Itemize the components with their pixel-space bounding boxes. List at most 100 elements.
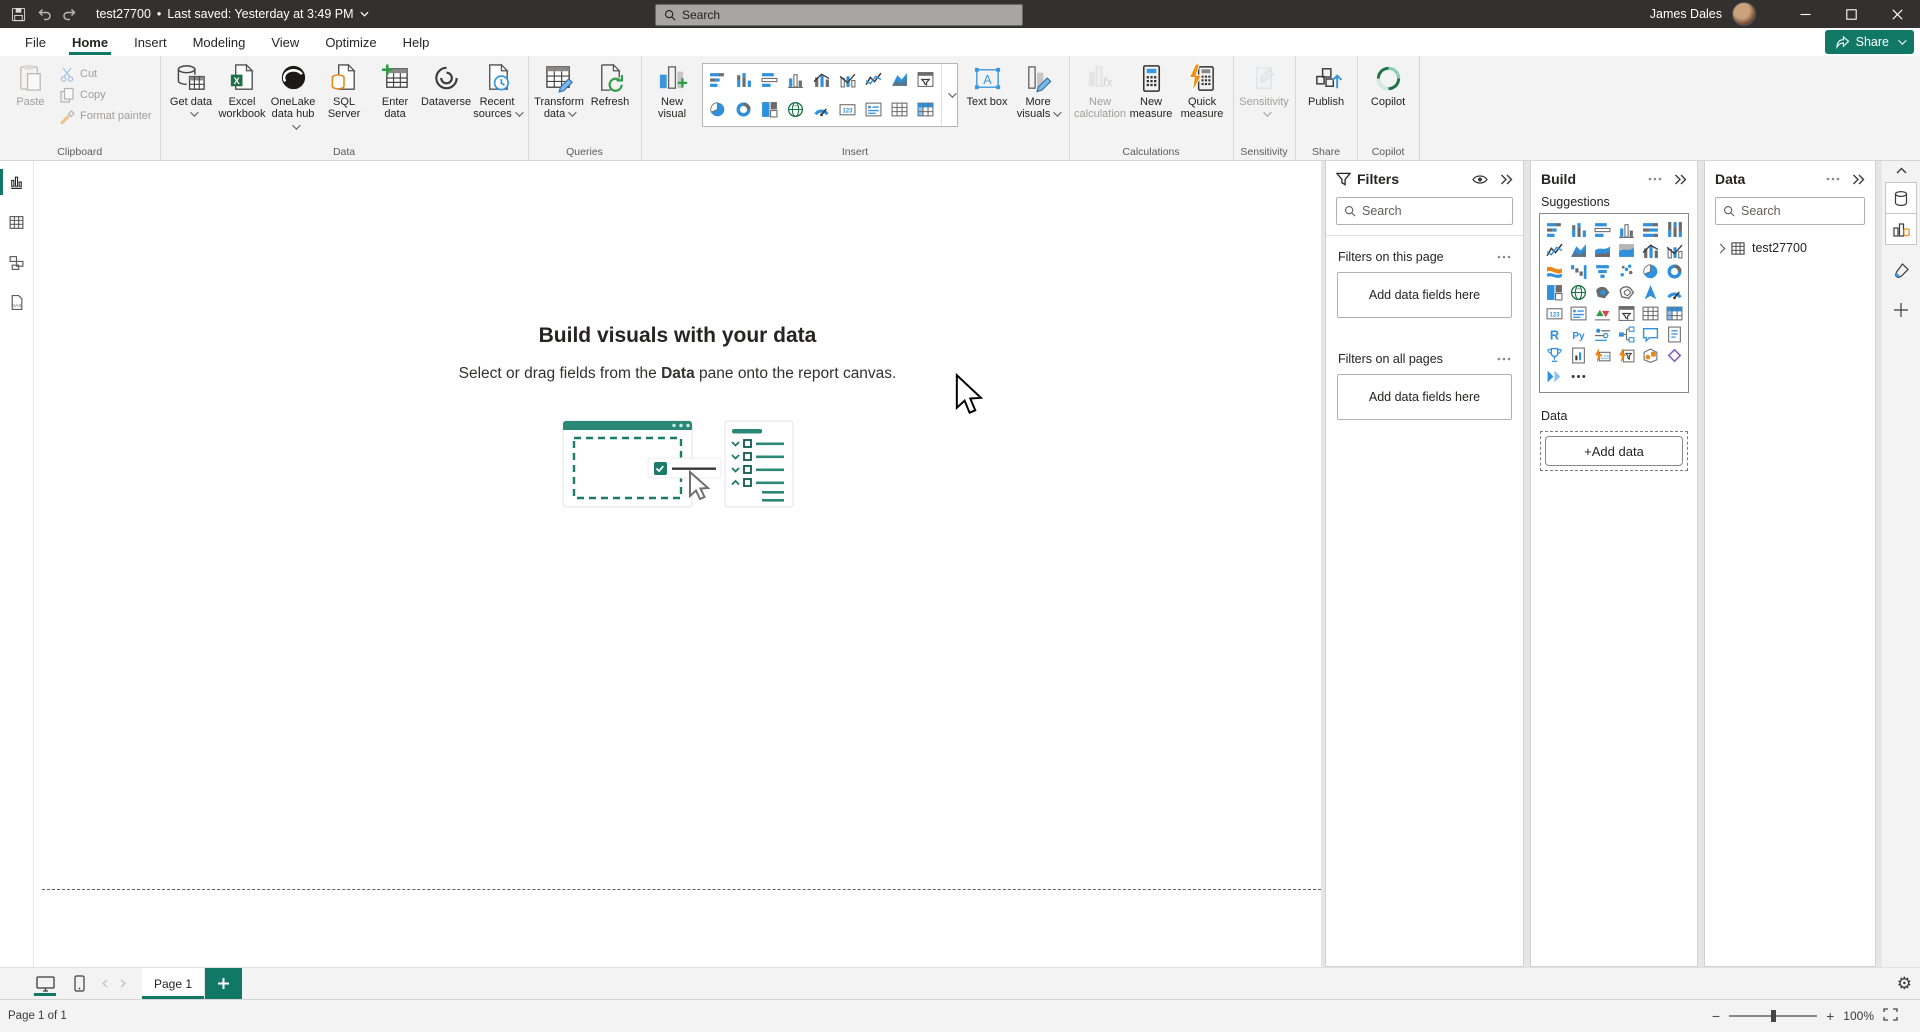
visual-suggestion-clustered-bar-chart[interactable] bbox=[1592, 220, 1613, 239]
ribbon-button-dataverse[interactable]: Dataverse bbox=[421, 59, 472, 108]
gallery-expand-chevron[interactable] bbox=[941, 64, 957, 126]
visual-suggestion-matrix[interactable] bbox=[1664, 304, 1685, 323]
insert-visual-line-stacked-column-combo[interactable] bbox=[811, 68, 833, 90]
ribbon-button-more-visuals[interactable]: More visuals bbox=[1013, 59, 1064, 121]
insert-visual-line-clustered-column-combo[interactable] bbox=[837, 68, 859, 90]
add-data-button[interactable]: +Add data bbox=[1545, 436, 1683, 466]
ribbon-button-paste[interactable]: Paste bbox=[5, 59, 56, 108]
menu-tab-insert[interactable]: Insert bbox=[121, 28, 180, 56]
close-button[interactable] bbox=[1874, 0, 1920, 28]
visual-suggestion-treemap[interactable] bbox=[1544, 283, 1565, 302]
menu-tab-home[interactable]: Home bbox=[59, 28, 121, 56]
ribbon-button-onelake-data-hub[interactable]: OneLake data hub bbox=[268, 59, 319, 133]
visual-suggestion-clustered-column-chart[interactable] bbox=[1616, 220, 1637, 239]
user-avatar[interactable] bbox=[1732, 2, 1756, 26]
more-options-icon[interactable] bbox=[1497, 357, 1511, 361]
zoom-in-button[interactable]: + bbox=[1826, 1009, 1834, 1023]
ribbon-button-quick-measure[interactable]: Quick measure bbox=[1177, 59, 1228, 121]
insert-visual-area-chart[interactable] bbox=[889, 68, 911, 90]
visual-suggestion-new-card[interactable]: 123 bbox=[1592, 346, 1613, 365]
report-canvas[interactable]: Build visuals with your data Select or d… bbox=[34, 161, 1321, 967]
insert-visual-clustered-bar-chart[interactable] bbox=[759, 68, 781, 90]
visual-suggestion-funnel-chart[interactable] bbox=[1592, 262, 1613, 281]
expand-chevron-icon[interactable] bbox=[1716, 243, 1726, 253]
insert-visual-line-chart[interactable] bbox=[863, 68, 885, 90]
global-search-input[interactable]: Search bbox=[655, 4, 1023, 26]
insert-visual-matrix[interactable] bbox=[915, 98, 937, 120]
collapse-pane-icon[interactable] bbox=[1852, 174, 1865, 185]
web-view-button[interactable] bbox=[28, 968, 62, 999]
rail-data-icon[interactable] bbox=[1885, 182, 1917, 214]
insert-visual-pie-chart[interactable] bbox=[707, 98, 729, 120]
visual-suggestion-shape-map[interactable] bbox=[1616, 283, 1637, 302]
data-search-input[interactable]: Search bbox=[1715, 197, 1865, 225]
more-options-icon[interactable] bbox=[1648, 177, 1662, 181]
visual-suggestion-paginated-report[interactable] bbox=[1568, 346, 1589, 365]
visual-suggestion-line-chart[interactable] bbox=[1544, 241, 1565, 260]
ribbon-button-refresh[interactable]: Refresh bbox=[585, 59, 636, 108]
visual-suggestion-gauge[interactable] bbox=[1664, 283, 1685, 302]
visual-suggestion-100-stacked-column-chart[interactable] bbox=[1664, 220, 1685, 239]
undo-icon[interactable] bbox=[36, 6, 52, 22]
ribbon-button-copilot[interactable]: Copilot bbox=[1363, 59, 1414, 108]
previous-page-button[interactable] bbox=[96, 968, 114, 999]
menu-tab-modeling[interactable]: Modeling bbox=[180, 28, 259, 56]
ribbon-button-new-visual[interactable]: New visual bbox=[647, 59, 698, 121]
insert-visual-slicer[interactable] bbox=[915, 68, 937, 90]
visual-suggestion-filled-map[interactable] bbox=[1592, 283, 1613, 302]
insert-visual-gauge[interactable] bbox=[811, 98, 833, 120]
maximize-button[interactable] bbox=[1828, 0, 1874, 28]
visual-suggestion-multi-row-card[interactable] bbox=[1568, 304, 1589, 323]
visual-suggestion-power-apps[interactable] bbox=[1664, 346, 1685, 365]
user-name[interactable]: James Dales bbox=[1650, 7, 1722, 21]
new-page-button[interactable] bbox=[205, 968, 242, 999]
visual-suggestion-python-visual[interactable]: Py bbox=[1568, 325, 1589, 344]
menu-tab-view[interactable]: View bbox=[258, 28, 312, 56]
sidebar-item-model-view[interactable] bbox=[0, 249, 33, 275]
ribbon-button-publish[interactable]: Publish bbox=[1301, 59, 1352, 108]
visual-suggestion-card[interactable]: 123 bbox=[1544, 304, 1565, 323]
visual-suggestion-stacked-bar-chart[interactable] bbox=[1544, 220, 1565, 239]
insert-visual-table[interactable] bbox=[889, 98, 911, 120]
visual-suggestion-table[interactable] bbox=[1640, 304, 1661, 323]
zoom-slider-thumb[interactable] bbox=[1771, 1010, 1776, 1022]
insert-visual-clustered-column-chart[interactable] bbox=[785, 68, 807, 90]
zoom-out-button[interactable]: − bbox=[1712, 1009, 1720, 1023]
visual-suggestion-more-options[interactable] bbox=[1568, 367, 1589, 386]
rail-add-visual-icon[interactable] bbox=[1886, 295, 1916, 325]
insert-visual-map[interactable] bbox=[785, 98, 807, 120]
menu-tab-optimize[interactable]: Optimize bbox=[312, 28, 389, 56]
visual-suggestion-smart-narrative[interactable] bbox=[1664, 325, 1685, 344]
settings-gear-icon[interactable]: ⚙ bbox=[1897, 968, 1912, 999]
insert-visual-donut-chart[interactable] bbox=[733, 98, 755, 120]
visual-suggestion-scatter-chart[interactable] bbox=[1616, 262, 1637, 281]
rail-build-visual-icon[interactable] bbox=[1885, 214, 1917, 245]
ribbon-button-sensitivity[interactable]: Sensitivity bbox=[1239, 59, 1290, 121]
more-options-icon[interactable] bbox=[1826, 177, 1840, 181]
menu-tab-help[interactable]: Help bbox=[390, 28, 443, 56]
filters-all-pages-dropzone[interactable]: Add data fields here bbox=[1337, 374, 1512, 420]
mobile-view-button[interactable] bbox=[62, 968, 96, 999]
insert-visual-stacked-column-chart[interactable] bbox=[733, 68, 755, 90]
window-title[interactable]: test27700 • Last saved: Yesterday at 3:4… bbox=[96, 7, 369, 21]
sidebar-item-report-view[interactable] bbox=[0, 169, 33, 195]
visual-suggestion-line-clustered-column-combo[interactable] bbox=[1664, 241, 1685, 260]
visual-suggestion-new-slicer[interactable] bbox=[1616, 346, 1637, 365]
visual-suggestion-key-influencers[interactable] bbox=[1592, 325, 1613, 344]
visual-suggestion-kpi[interactable] bbox=[1592, 304, 1613, 323]
menu-tab-file[interactable]: File bbox=[12, 28, 59, 56]
insert-visual-multi-row-card[interactable] bbox=[863, 98, 885, 120]
ribbon-button-new-calculation[interactable]: fxNew calculation bbox=[1075, 59, 1126, 121]
zoom-slider[interactable] bbox=[1729, 1015, 1817, 1017]
more-options-icon[interactable] bbox=[1497, 255, 1511, 259]
redo-icon[interactable] bbox=[62, 6, 78, 22]
sidebar-item-dax-query-view[interactable]: DAX bbox=[0, 289, 33, 315]
visual-suggestion-line-stacked-column-combo[interactable] bbox=[1640, 241, 1661, 260]
ribbon-button-cut[interactable]: Cut bbox=[56, 65, 155, 83]
filters-search-input[interactable]: Search bbox=[1336, 197, 1513, 225]
visual-suggestion-100-stacked-bar-chart[interactable] bbox=[1640, 220, 1661, 239]
data-table-item[interactable]: test27700 bbox=[1705, 233, 1875, 263]
minimize-button[interactable] bbox=[1782, 0, 1828, 28]
ribbon-button-sql-server[interactable]: SQL Server bbox=[319, 59, 370, 121]
visual-suggestion-waterfall-chart[interactable] bbox=[1568, 262, 1589, 281]
